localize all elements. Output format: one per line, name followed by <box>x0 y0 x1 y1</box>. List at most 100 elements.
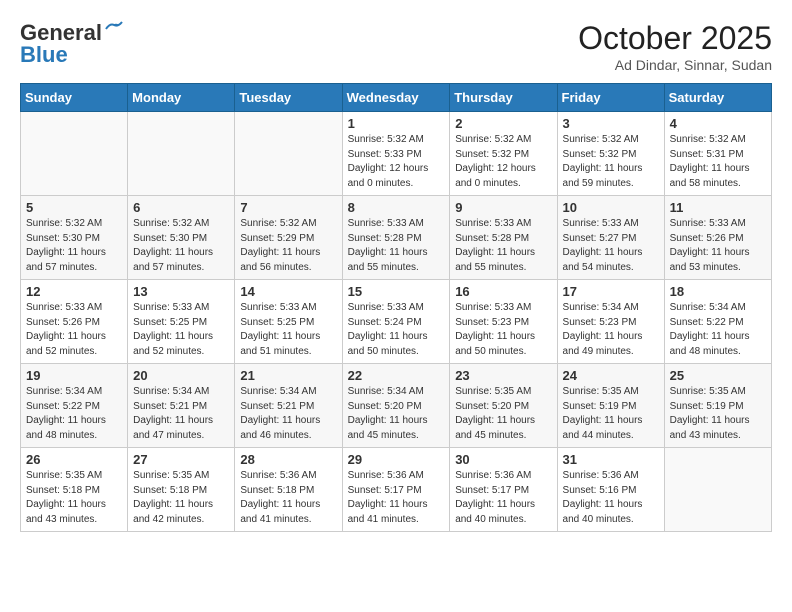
day-number: 31 <box>563 452 659 467</box>
cell-text: Sunrise: 5:34 AMSunset: 5:21 PMDaylight:… <box>240 385 336 443</box>
cell-text: Sunrise: 5:32 AMSunset: 5:32 PMDaylight:… <box>563 133 659 191</box>
day-number: 22 <box>348 368 445 383</box>
day-number: 30 <box>455 452 551 467</box>
day-number: 6 <box>133 200 229 215</box>
calendar-cell: 8 Sunrise: 5:33 AMSunset: 5:28 PMDaylight… <box>342 196 450 280</box>
day-number: 17 <box>563 284 659 299</box>
cell-text: Sunrise: 5:32 AMSunset: 5:33 PMDaylight:… <box>348 133 445 191</box>
calendar-cell: 25 Sunrise: 5:35 AMSunset: 5:19 PMDayligh… <box>664 364 771 448</box>
cell-text: Sunrise: 5:33 AMSunset: 5:27 PMDaylight:… <box>563 217 659 275</box>
logo-bird-icon <box>104 21 124 37</box>
cell-text: Sunrise: 5:33 AMSunset: 5:28 PMDaylight:… <box>348 217 445 275</box>
calendar-cell: 12 Sunrise: 5:33 AMSunset: 5:26 PMDayligh… <box>21 280 128 364</box>
day-number: 5 <box>26 200 122 215</box>
day-number: 4 <box>670 116 766 131</box>
cell-text: Sunrise: 5:33 AMSunset: 5:24 PMDaylight:… <box>348 301 445 359</box>
col-monday: Monday <box>128 84 235 112</box>
cell-text: Sunrise: 5:34 AMSunset: 5:22 PMDaylight:… <box>26 385 122 443</box>
calendar-cell <box>235 112 342 196</box>
day-number: 26 <box>26 452 122 467</box>
cell-text: Sunrise: 5:33 AMSunset: 5:28 PMDaylight:… <box>455 217 551 275</box>
cell-text: Sunrise: 5:36 AMSunset: 5:16 PMDaylight:… <box>563 469 659 527</box>
col-tuesday: Tuesday <box>235 84 342 112</box>
calendar-cell: 23 Sunrise: 5:35 AMSunset: 5:20 PMDayligh… <box>450 364 557 448</box>
day-number: 24 <box>563 368 659 383</box>
col-saturday: Saturday <box>664 84 771 112</box>
calendar-cell <box>21 112 128 196</box>
col-thursday: Thursday <box>450 84 557 112</box>
cell-text: Sunrise: 5:32 AMSunset: 5:31 PMDaylight:… <box>670 133 766 191</box>
calendar-cell: 7 Sunrise: 5:32 AMSunset: 5:29 PMDaylight… <box>235 196 342 280</box>
cell-text: Sunrise: 5:33 AMSunset: 5:25 PMDaylight:… <box>240 301 336 359</box>
title-section: October 2025 Ad Dindar, Sinnar, Sudan <box>578 20 772 73</box>
calendar-cell: 9 Sunrise: 5:33 AMSunset: 5:28 PMDaylight… <box>450 196 557 280</box>
calendar-cell: 5 Sunrise: 5:32 AMSunset: 5:30 PMDaylight… <box>21 196 128 280</box>
cell-text: Sunrise: 5:32 AMSunset: 5:30 PMDaylight:… <box>133 217 229 275</box>
cell-text: Sunrise: 5:33 AMSunset: 5:23 PMDaylight:… <box>455 301 551 359</box>
day-number: 13 <box>133 284 229 299</box>
day-number: 25 <box>670 368 766 383</box>
cell-text: Sunrise: 5:36 AMSunset: 5:17 PMDaylight:… <box>348 469 445 527</box>
calendar-cell: 13 Sunrise: 5:33 AMSunset: 5:25 PMDayligh… <box>128 280 235 364</box>
calendar-cell: 22 Sunrise: 5:34 AMSunset: 5:20 PMDayligh… <box>342 364 450 448</box>
cell-text: Sunrise: 5:34 AMSunset: 5:21 PMDaylight:… <box>133 385 229 443</box>
cell-text: Sunrise: 5:36 AMSunset: 5:18 PMDaylight:… <box>240 469 336 527</box>
cell-text: Sunrise: 5:33 AMSunset: 5:26 PMDaylight:… <box>670 217 766 275</box>
cell-text: Sunrise: 5:34 AMSunset: 5:20 PMDaylight:… <box>348 385 445 443</box>
calendar-cell: 3 Sunrise: 5:32 AMSunset: 5:32 PMDaylight… <box>557 112 664 196</box>
calendar-cell <box>128 112 235 196</box>
cell-text: Sunrise: 5:33 AMSunset: 5:26 PMDaylight:… <box>26 301 122 359</box>
cell-text: Sunrise: 5:32 AMSunset: 5:32 PMDaylight:… <box>455 133 551 191</box>
calendar-cell: 14 Sunrise: 5:33 AMSunset: 5:25 PMDayligh… <box>235 280 342 364</box>
day-number: 3 <box>563 116 659 131</box>
day-number: 14 <box>240 284 336 299</box>
day-number: 28 <box>240 452 336 467</box>
calendar-cell: 27Sunrise: 5:35 AMSunset: 5:18 PMDayligh… <box>128 448 235 532</box>
calendar-week-row: 1 Sunrise: 5:32 AMSunset: 5:33 PMDaylight… <box>21 112 772 196</box>
day-number: 9 <box>455 200 551 215</box>
cell-text: Sunrise: 5:35 AMSunset: 5:19 PMDaylight:… <box>670 385 766 443</box>
month-title: October 2025 <box>578 20 772 57</box>
cell-text: Sunrise: 5:35 AMSunset: 5:18 PMDaylight:… <box>26 469 122 527</box>
cell-text: Sunrise: 5:35 AMSunset: 5:18 PMDaylight:… <box>133 469 229 527</box>
col-sunday: Sunday <box>21 84 128 112</box>
calendar-cell: 6 Sunrise: 5:32 AMSunset: 5:30 PMDaylight… <box>128 196 235 280</box>
calendar-cell: 24Sunrise: 5:35 AMSunset: 5:19 PMDayligh… <box>557 364 664 448</box>
day-number: 29 <box>348 452 445 467</box>
calendar-cell: 18Sunrise: 5:34 AMSunset: 5:22 PMDayligh… <box>664 280 771 364</box>
calendar-header-row: Sunday Monday Tuesday Wednesday Thursday… <box>21 84 772 112</box>
cell-text: Sunrise: 5:35 AMSunset: 5:20 PMDaylight:… <box>455 385 551 443</box>
calendar-cell: 28 Sunrise: 5:36 AMSunset: 5:18 PMDayligh… <box>235 448 342 532</box>
day-number: 7 <box>240 200 336 215</box>
day-number: 20 <box>133 368 229 383</box>
cell-text: Sunrise: 5:33 AMSunset: 5:25 PMDaylight:… <box>133 301 229 359</box>
day-number: 23 <box>455 368 551 383</box>
calendar-cell: 1 Sunrise: 5:32 AMSunset: 5:33 PMDaylight… <box>342 112 450 196</box>
calendar-cell: 4 Sunrise: 5:32 AMSunset: 5:31 PMDaylight… <box>664 112 771 196</box>
calendar-cell <box>664 448 771 532</box>
cell-text: Sunrise: 5:34 AMSunset: 5:23 PMDaylight:… <box>563 301 659 359</box>
day-number: 10 <box>563 200 659 215</box>
day-number: 1 <box>348 116 445 131</box>
col-wednesday: Wednesday <box>342 84 450 112</box>
calendar-week-row: 12 Sunrise: 5:33 AMSunset: 5:26 PMDayligh… <box>21 280 772 364</box>
calendar-cell: 21Sunrise: 5:34 AMSunset: 5:21 PMDayligh… <box>235 364 342 448</box>
calendar-week-row: 26 Sunrise: 5:35 AMSunset: 5:18 PMDayligh… <box>21 448 772 532</box>
logo: General Blue <box>20 20 124 68</box>
calendar-cell: 2Sunrise: 5:32 AMSunset: 5:32 PMDaylight… <box>450 112 557 196</box>
calendar-cell: 11Sunrise: 5:33 AMSunset: 5:26 PMDayligh… <box>664 196 771 280</box>
day-number: 8 <box>348 200 445 215</box>
calendar-cell: 30Sunrise: 5:36 AMSunset: 5:17 PMDayligh… <box>450 448 557 532</box>
cell-text: Sunrise: 5:32 AMSunset: 5:30 PMDaylight:… <box>26 217 122 275</box>
calendar-cell: 26 Sunrise: 5:35 AMSunset: 5:18 PMDayligh… <box>21 448 128 532</box>
day-number: 15 <box>348 284 445 299</box>
calendar-cell: 16Sunrise: 5:33 AMSunset: 5:23 PMDayligh… <box>450 280 557 364</box>
calendar-cell: 29 Sunrise: 5:36 AMSunset: 5:17 PMDayligh… <box>342 448 450 532</box>
page-header: General Blue October 2025 Ad Dindar, Sin… <box>20 20 772 73</box>
logo-text-blue: Blue <box>20 42 68 68</box>
col-friday: Friday <box>557 84 664 112</box>
cell-text: Sunrise: 5:32 AMSunset: 5:29 PMDaylight:… <box>240 217 336 275</box>
day-number: 12 <box>26 284 122 299</box>
calendar-week-row: 5 Sunrise: 5:32 AMSunset: 5:30 PMDaylight… <box>21 196 772 280</box>
calendar-table: Sunday Monday Tuesday Wednesday Thursday… <box>20 83 772 532</box>
